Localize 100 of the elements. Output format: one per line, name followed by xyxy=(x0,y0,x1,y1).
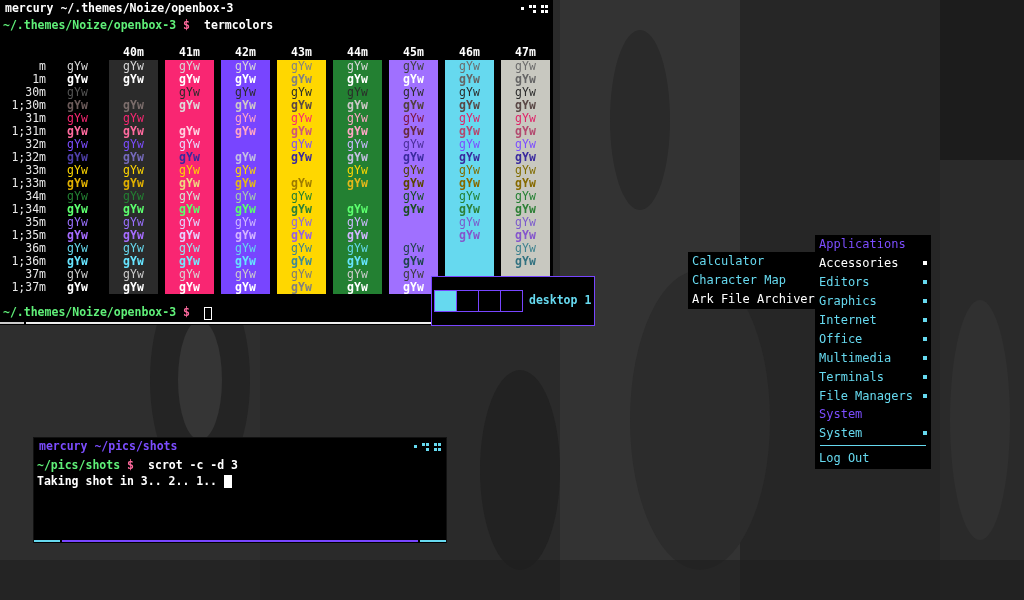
attribute-label: 1m xyxy=(32,73,46,86)
menu-item[interactable]: Character Map xyxy=(692,271,812,290)
sample-text: gYw xyxy=(515,203,536,216)
sample-text: gYw xyxy=(515,255,536,268)
sample-text: gYw xyxy=(235,99,256,112)
sample-text: gYw xyxy=(291,99,312,112)
desktop-thumbnail[interactable] xyxy=(479,291,500,311)
sample-text: gYw xyxy=(347,229,368,242)
sample-text: gYw xyxy=(403,86,424,99)
sample-text: gYw xyxy=(515,86,536,99)
sample-text: gYw xyxy=(515,151,536,164)
sample-text: gYw xyxy=(347,242,368,255)
attribute-label: 34m xyxy=(25,190,46,203)
attribute-label: 36m xyxy=(25,242,46,255)
output-text: Taking shot in 3.. 2.. 1.. xyxy=(37,472,217,490)
grid-icon[interactable] xyxy=(434,442,441,451)
sample-text: gYw xyxy=(459,73,480,86)
sample-text: gYw xyxy=(235,164,256,177)
window-title: mercury ~/.themes/Noize/openbox-3 xyxy=(5,0,234,17)
attribute-label: 1;32m xyxy=(11,151,46,164)
sample-text: gYw xyxy=(347,164,368,177)
sample-text: gYw xyxy=(123,203,144,216)
column-header: 45m xyxy=(403,46,424,60)
grid-icon[interactable] xyxy=(541,4,548,13)
prompt-path: ~/.themes/Noize/openbox-3 xyxy=(3,17,177,35)
sample-text: gYw xyxy=(515,125,536,138)
sample-text: gYw xyxy=(515,112,536,125)
sample-text: gYw xyxy=(235,60,256,73)
menu-header: Applications xyxy=(819,236,907,253)
menu-header: System xyxy=(819,406,864,423)
attribute-label: 1;36m xyxy=(11,255,46,268)
sample-text: gYw xyxy=(291,151,312,164)
attribute-label: 1;34m xyxy=(11,203,46,216)
sample-text: gYw xyxy=(179,190,200,203)
submenu-arrow-icon xyxy=(923,393,927,398)
column-header: 40m xyxy=(123,46,144,60)
sample-text: gYw xyxy=(403,73,424,86)
sample-text: gYw xyxy=(235,268,256,281)
desktop-thumbnail[interactable] xyxy=(457,291,478,311)
menu-item[interactable]: Office xyxy=(819,329,927,348)
sample-text: gYw xyxy=(235,86,256,99)
menu-item[interactable]: System xyxy=(819,423,927,442)
sample-text: gYw xyxy=(515,216,536,229)
sample-text: gYw xyxy=(235,216,256,229)
sample-text: gYw xyxy=(459,177,480,190)
sample-text: gYw xyxy=(347,151,368,164)
sample-text: gYw xyxy=(347,112,368,125)
submenu-arrow-icon xyxy=(923,430,927,435)
sample-text: gYw xyxy=(347,268,368,281)
sample-text: gYw xyxy=(123,229,144,242)
sample-text: gYw xyxy=(403,60,424,73)
sample-text: gYw xyxy=(291,73,312,86)
menu-item[interactable]: Graphics xyxy=(819,291,927,310)
sample-text: gYw xyxy=(67,177,88,190)
sample-text: gYw xyxy=(459,125,480,138)
sample-text: gYw xyxy=(179,229,200,242)
sample-text: gYw xyxy=(123,177,144,190)
sample-text: gYw xyxy=(67,281,88,294)
dots-icon[interactable] xyxy=(422,442,429,451)
menu-item[interactable]: Log Out xyxy=(819,449,927,468)
menu-item[interactable]: Accessories xyxy=(819,253,927,272)
desktop-thumbnail[interactable] xyxy=(501,291,522,311)
desktop-thumbnail[interactable] xyxy=(435,291,456,311)
sample-text: gYw xyxy=(67,125,88,138)
sample-text: gYw xyxy=(515,138,536,151)
menu-item[interactable]: Multimedia xyxy=(819,348,927,367)
sample-text: gYw xyxy=(179,281,200,294)
sample-text: gYw xyxy=(403,151,424,164)
sample-text: gYw xyxy=(515,229,536,242)
menu-item[interactable]: Editors xyxy=(819,272,927,291)
sample-text: gYw xyxy=(291,255,312,268)
sample-text: gYw xyxy=(291,125,312,138)
sample-text: gYw xyxy=(291,229,312,242)
menu-item[interactable]: Internet xyxy=(819,310,927,329)
cursor xyxy=(204,306,213,320)
sample-text: gYw xyxy=(403,112,424,125)
sample-text: gYw xyxy=(459,216,480,229)
sample-text: gYw xyxy=(291,112,312,125)
dots-icon[interactable] xyxy=(529,4,536,13)
sample-text: gYw xyxy=(459,164,480,177)
submenu-arrow-icon xyxy=(923,336,927,341)
sample-text: gYw xyxy=(235,203,256,216)
sample-text: gYw xyxy=(235,242,256,255)
sample-text: gYw xyxy=(235,73,256,86)
command-text: termcolors xyxy=(204,17,274,35)
menu-item[interactable]: Terminals xyxy=(819,367,927,386)
column-header: 44m xyxy=(347,46,368,60)
sample-text: gYw xyxy=(291,268,312,281)
attribute-label: 33m xyxy=(25,164,46,177)
menu-item[interactable]: Calculator xyxy=(692,252,812,271)
sample-text: gYw xyxy=(123,255,144,268)
sample-text: gYw xyxy=(403,99,424,112)
sample-text: gYw xyxy=(347,99,368,112)
sample-text: gYw xyxy=(123,125,144,138)
attribute-label: 37m xyxy=(25,268,46,281)
sample-text: gYw xyxy=(347,60,368,73)
menu-item[interactable]: File Managers xyxy=(819,386,927,405)
desktop-name: desktop 1 xyxy=(529,292,592,310)
sample-text: gYw xyxy=(291,60,312,73)
sample-text: gYw xyxy=(459,99,480,112)
